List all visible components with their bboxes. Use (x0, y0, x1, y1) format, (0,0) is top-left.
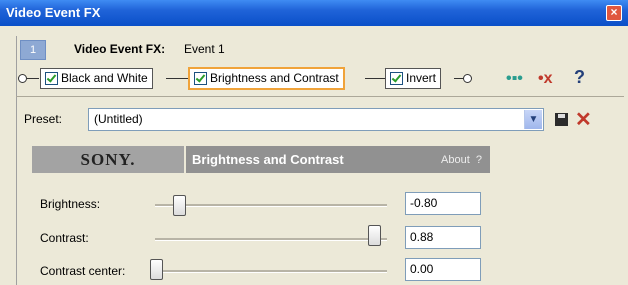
contrast-slider-thumb[interactable] (368, 225, 382, 246)
plugin-brightness-and-contrast[interactable]: Brightness and Contrast (188, 67, 345, 90)
plugin-label: Brightness and Contrast (210, 71, 339, 85)
contrast-center-slider-thumb[interactable] (150, 259, 163, 280)
brightness-slider-track[interactable] (155, 204, 387, 207)
chain-connector (365, 78, 385, 79)
plugin-label: Invert (406, 71, 437, 85)
chain-connector (166, 78, 188, 79)
plugin-enable-checkbox[interactable] (194, 72, 207, 85)
divider (16, 96, 624, 97)
plugin-name: Brightness and Contrast (192, 152, 344, 167)
save-preset-icon[interactable] (555, 113, 568, 126)
track-label: Video Event FX: (74, 42, 166, 56)
close-icon: × (610, 5, 618, 19)
plugin-invert[interactable]: Invert (385, 68, 442, 89)
event-name: Event 1 (184, 42, 225, 56)
plugin-label: Black and White (61, 71, 148, 85)
about-link[interactable]: About ? (441, 154, 482, 166)
contrast-slider-track[interactable] (155, 238, 387, 241)
preset-dropdown[interactable]: (Untitled) ▼ (88, 108, 544, 131)
close-button[interactable]: × (606, 5, 622, 21)
contrast-center-value-field[interactable]: 0.00 (405, 258, 481, 281)
contrast-center-label: Contrast center: (40, 264, 126, 278)
track-number: 1 (20, 40, 46, 60)
remove-plugin-icon[interactable]: •x (538, 70, 553, 88)
plugin-enable-checkbox[interactable] (45, 72, 58, 85)
plugin-chain-icon[interactable]: •▪• (506, 70, 523, 88)
plugin-header: Brightness and Contrast About ? (186, 146, 490, 173)
sony-logo: SONY. (32, 146, 184, 173)
chain-end-node (463, 74, 472, 83)
title-bar: Video Event FX × (0, 0, 628, 26)
contrast-label: Contrast: (40, 231, 89, 245)
plugin-chain: Black and White Brightness and Contrast … (16, 66, 624, 92)
chain-connector (27, 78, 39, 79)
preset-label: Preset: (24, 112, 63, 126)
plugin-black-and-white[interactable]: Black and White (40, 68, 153, 89)
window-title: Video Event FX (6, 5, 101, 20)
preset-value: (Untitled) (94, 112, 143, 126)
chevron-down-icon[interactable]: ▼ (524, 110, 542, 129)
plugin-panel: SONY. Brightness and Contrast About ? Br… (32, 146, 628, 285)
help-icon[interactable]: ? (574, 67, 585, 88)
contrast-value-field[interactable]: 0.88 (405, 226, 481, 249)
preset-row: Preset: (Untitled) ▼ ✕ (16, 104, 624, 134)
plugin-enable-checkbox[interactable] (390, 72, 403, 85)
brightness-value-field[interactable]: -0.80 (405, 192, 481, 215)
brightness-slider-thumb[interactable] (173, 195, 187, 216)
delete-preset-icon[interactable]: ✕ (575, 107, 592, 132)
brightness-label: Brightness: (40, 197, 101, 211)
contrast-center-slider-track[interactable] (155, 270, 387, 273)
track-header: 1 Video Event FX: Event 1 (16, 36, 624, 62)
chain-start-node (18, 74, 27, 83)
